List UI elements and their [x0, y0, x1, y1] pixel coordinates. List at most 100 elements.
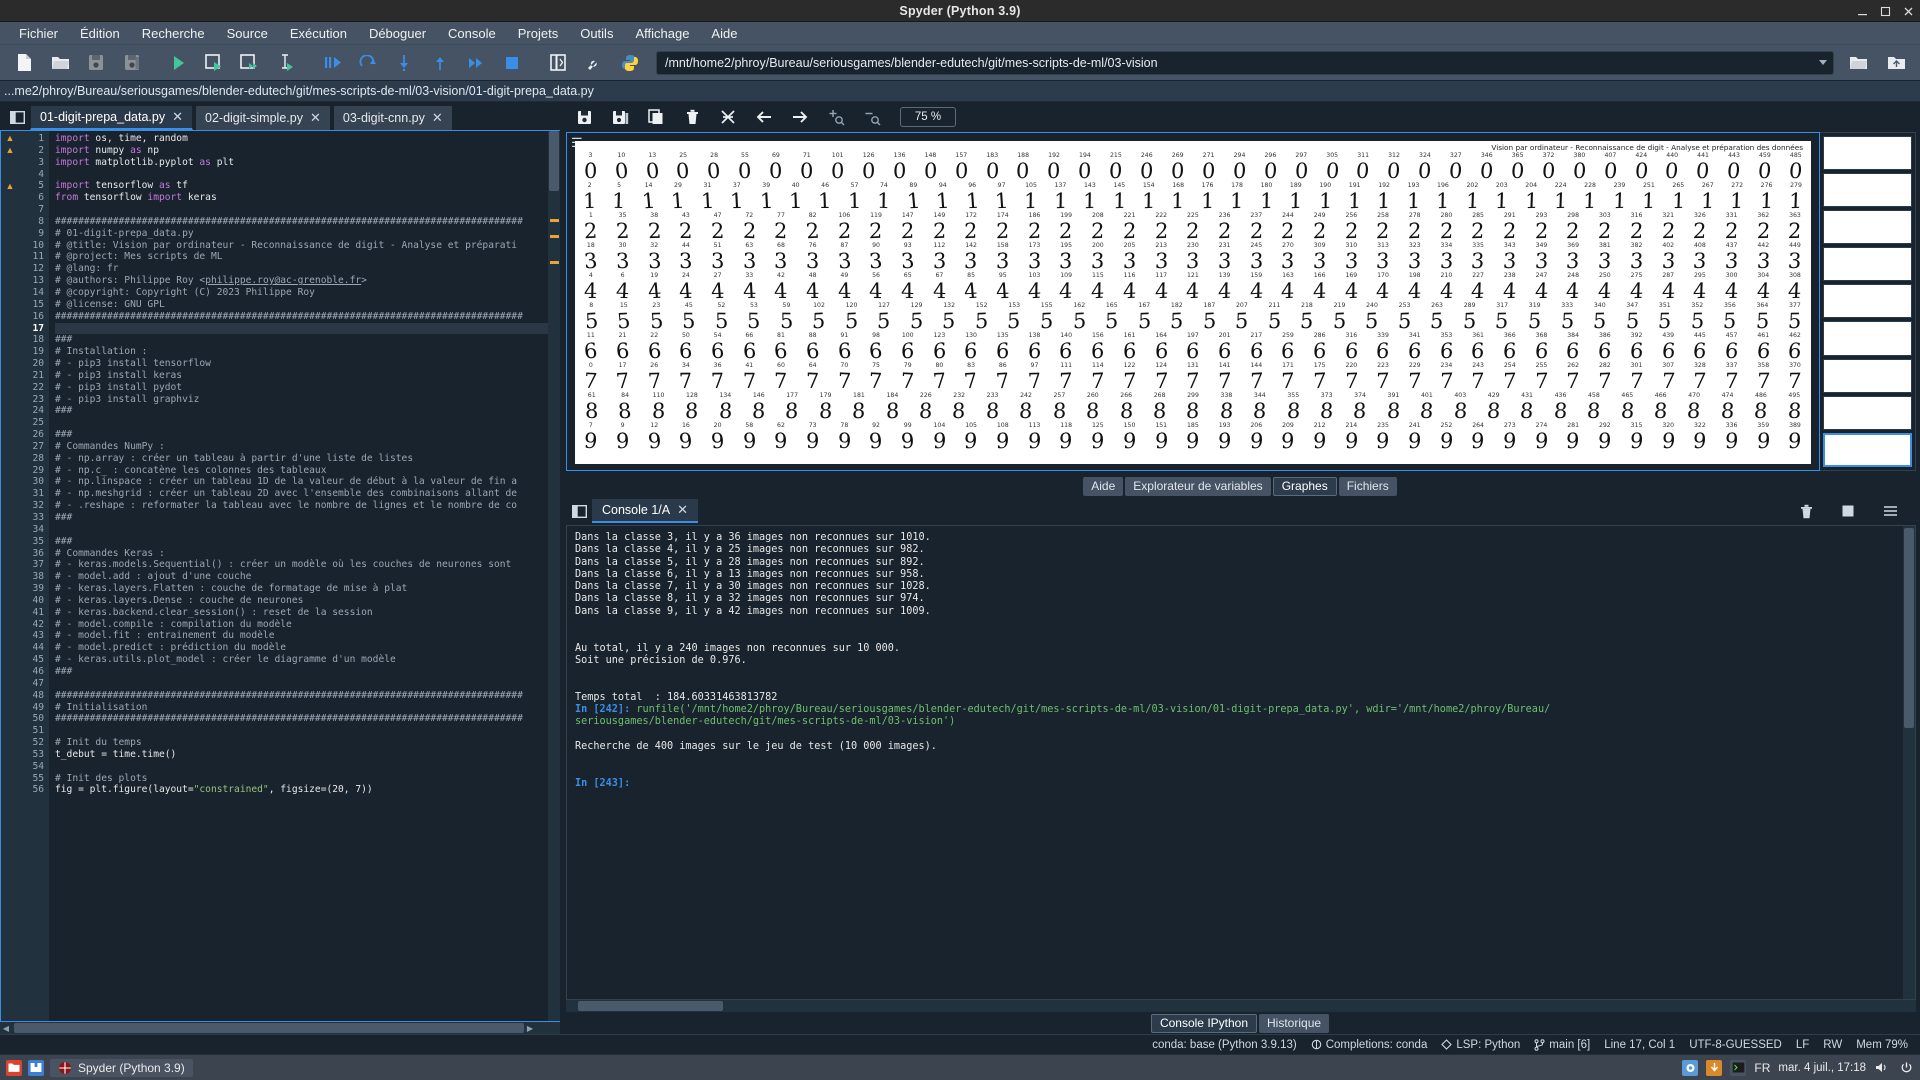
code-line[interactable]: ########################################…: [55, 690, 560, 702]
code-line[interactable]: from tensorflow import keras: [55, 192, 560, 204]
warning-icon[interactable]: ▲: [1, 180, 19, 192]
code-line[interactable]: # - keras.layers.Dense : couche de neuro…: [55, 595, 560, 607]
menu-outils[interactable]: Outils: [569, 24, 624, 43]
minimize-icon[interactable]: [1857, 6, 1868, 17]
editor-tab-02-digit-simple[interactable]: 02-digit-simple.py ✕: [195, 105, 331, 130]
code-line[interactable]: # @project: Mes scripts de ML: [55, 251, 560, 263]
new-file-icon[interactable]: [6, 48, 42, 78]
copy-plot-icon[interactable]: [638, 104, 674, 130]
scrollbar-thumb[interactable]: [14, 1023, 524, 1033]
editor-vertical-scrollbar[interactable]: [548, 131, 560, 1021]
code-line[interactable]: # - keras.utils.plot_model : créer le di…: [55, 654, 560, 666]
close-icon[interactable]: ✕: [432, 110, 443, 126]
plot-thumbnail[interactable]: [1823, 321, 1912, 356]
save-all-icon[interactable]: [114, 48, 150, 78]
code-line[interactable]: [55, 725, 560, 737]
code-line[interactable]: ###: [55, 666, 560, 678]
console-tab-1a[interactable]: Console 1/A ✕: [592, 499, 699, 523]
code-line[interactable]: # Commandes Keras :: [55, 548, 560, 560]
taskbar-app-spyder[interactable]: Spyder (Python 3.9): [50, 1058, 193, 1077]
plot-thumbnail[interactable]: [1823, 358, 1912, 393]
menu-execution[interactable]: Exécution: [279, 24, 358, 43]
scroll-right-icon[interactable]: ▶: [524, 1024, 536, 1033]
parent-directory-icon[interactable]: [1878, 48, 1914, 78]
code-line[interactable]: t_debut = time.time(): [55, 749, 560, 761]
plot-thumbnails[interactable]: [1820, 132, 1916, 471]
console-vertical-scrollbar[interactable]: [1903, 526, 1915, 999]
code-line[interactable]: ########################################…: [55, 713, 560, 725]
code-line[interactable]: # - pip3 install keras: [55, 370, 560, 382]
code-line[interactable]: ########################################…: [55, 311, 560, 323]
code-line[interactable]: ########################################…: [55, 216, 560, 228]
code-line[interactable]: # - .reshape : reformater la tableau ave…: [55, 500, 560, 512]
tab-historique[interactable]: Historique: [1259, 1013, 1330, 1033]
code-line[interactable]: # @license: GNU GPL: [55, 299, 560, 311]
maximize-icon[interactable]: [1880, 6, 1891, 17]
plot-zoom-level[interactable]: 75 %: [900, 107, 956, 127]
remove-plot-icon[interactable]: [674, 104, 710, 130]
code-line[interactable]: # Init des plots: [55, 773, 560, 785]
menu-recherche[interactable]: Recherche: [131, 24, 216, 43]
code-line[interactable]: # - keras.models.Sequential() : créer un…: [55, 559, 560, 571]
code-line[interactable]: import matplotlib.pyplot as plt: [55, 157, 560, 169]
remove-all-plots-icon[interactable]: [710, 104, 746, 130]
open-file-icon[interactable]: [42, 48, 78, 78]
plot-thumbnail[interactable]: [1823, 136, 1912, 171]
menu-source[interactable]: Source: [216, 24, 279, 43]
next-plot-icon[interactable]: [782, 104, 818, 130]
code-line[interactable]: fig = plt.figure(layout="constrained", f…: [55, 784, 560, 796]
save-all-plots-icon[interactable]: [602, 104, 638, 130]
plot-thumbnail[interactable]: [1823, 210, 1912, 245]
code-line[interactable]: # - model.add : ajout d'une couche: [55, 571, 560, 583]
console-options-hamburger-icon[interactable]: [1872, 498, 1908, 524]
console-pane-icon[interactable]: [566, 498, 592, 524]
tab-fichiers[interactable]: Fichiers: [1338, 476, 1397, 496]
plot-thumbnail[interactable]: [1823, 395, 1912, 430]
warning-icon[interactable]: ▲: [1, 133, 19, 145]
plot-thumbnail[interactable]: [1823, 432, 1912, 467]
plot-thumbnail[interactable]: [1823, 173, 1912, 208]
previous-plot-icon[interactable]: [746, 104, 782, 130]
working-directory-field[interactable]: /mnt/home2/phroy/Bureau/seriousgames/ble…: [656, 50, 1834, 75]
scrollbar-thumb[interactable]: [549, 131, 559, 191]
code-line[interactable]: [55, 524, 560, 536]
editor-code-area[interactable]: ▲ ▲ ▲ 1 2 3 4 5 6 7 8 9 10 11 12 13 14 15 16 17 18 19 20 21 22 2…: [0, 130, 560, 1022]
power-icon[interactable]: [1898, 1060, 1914, 1076]
close-icon[interactable]: [1903, 6, 1914, 17]
zoom-in-icon[interactable]: [818, 104, 854, 130]
code-line[interactable]: ###: [55, 405, 560, 417]
code-line[interactable]: import os, time, random: [55, 133, 560, 145]
menu-fichier[interactable]: Fichier: [8, 24, 69, 43]
save-file-icon[interactable]: [78, 48, 114, 78]
menu-affichage[interactable]: Affichage: [624, 24, 700, 43]
code-line[interactable]: [55, 322, 560, 335]
console-horizontal-scrollbar[interactable]: [566, 1000, 1916, 1012]
close-icon[interactable]: ✕: [310, 110, 321, 126]
editor-pane-icon[interactable]: [4, 104, 30, 130]
code-line[interactable]: # - keras.backend.clear_session() : rese…: [55, 607, 560, 619]
code-line[interactable]: # @title: Vision par ordinateur - Reconn…: [55, 240, 560, 252]
pythonpath-icon[interactable]: [612, 48, 648, 78]
scrollbar-thumb[interactable]: [1904, 528, 1914, 728]
code-line[interactable]: # Commandes NumPy :: [55, 441, 560, 453]
code-line[interactable]: # - np.meshgrid : créer un tableau 2D av…: [55, 488, 560, 500]
code-line[interactable]: ###: [55, 536, 560, 548]
code-line[interactable]: import tensorflow as tf: [55, 180, 560, 192]
terminal-icon[interactable]: [1730, 1059, 1747, 1076]
console-output-area[interactable]: Dans la classe 3, il y a 36 images non r…: [566, 525, 1916, 1000]
zoom-out-icon[interactable]: [854, 104, 890, 130]
code-line[interactable]: # - np.c_ : concatène les colonnes des t…: [55, 465, 560, 477]
menu-deboguer[interactable]: Déboguer: [358, 24, 437, 43]
code-line[interactable]: # - keras.layers.Flatten : couche de for…: [55, 583, 560, 595]
menu-console[interactable]: Console: [437, 24, 507, 43]
debug-file-icon[interactable]: [314, 48, 350, 78]
tab-explorateur-de-variables[interactable]: Explorateur de variables: [1125, 476, 1271, 496]
scroll-left-icon[interactable]: ◀: [0, 1024, 12, 1033]
code-line[interactable]: # - pip3 install graphviz: [55, 394, 560, 406]
code-line[interactable]: # Init du temps: [55, 737, 560, 749]
run-cell-advance-icon[interactable]: [232, 48, 268, 78]
close-icon[interactable]: ✕: [677, 502, 688, 518]
run-selection-icon[interactable]: [268, 48, 304, 78]
code-line[interactable]: # - np.array : créer un tableau à partir…: [55, 453, 560, 465]
code-line[interactable]: # - np.linspace : créer un tableau 1D de…: [55, 476, 560, 488]
